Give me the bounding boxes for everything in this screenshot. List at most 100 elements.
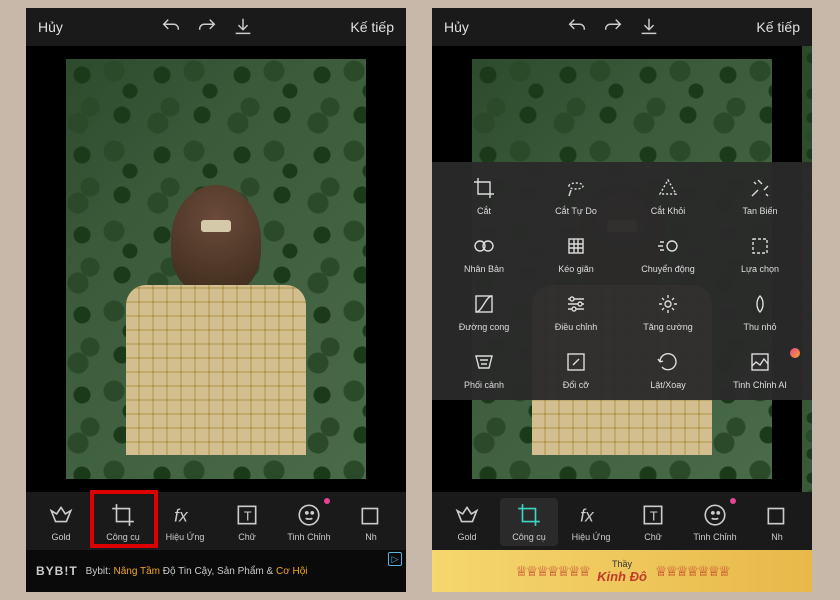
badge-dot-icon <box>324 498 330 504</box>
tool-label: Gold <box>51 532 70 542</box>
enhance-icon <box>656 292 680 316</box>
tool-tinhchinh[interactable]: Tinh Chỉnh <box>686 498 744 546</box>
tool-label: Nh <box>365 532 377 542</box>
panel-label: Điều chỉnh <box>555 322 598 332</box>
adjust-icon <box>564 292 588 316</box>
ad-text: Bybit: Nâng Tầm Độ Tin Cậy, Sản Phẩm & C… <box>86 566 308 577</box>
phone-screen-left: Hủy Kế tiếp Gold Công cụ fx Hiệu Ứng <box>26 8 406 592</box>
tool-hieuung[interactable]: fx Hiệu Ứng <box>562 498 620 546</box>
undo-icon[interactable] <box>160 16 182 38</box>
panel-doico[interactable]: Đổi cỡ <box>534 350 618 390</box>
panel-label: Nhân Bản <box>464 264 504 274</box>
panel-phoicanh[interactable]: Phối cảnh <box>442 350 526 390</box>
redo-icon[interactable] <box>196 16 218 38</box>
tool-gold[interactable]: Gold <box>438 498 496 546</box>
lasso-icon <box>564 176 588 200</box>
svg-text:fx: fx <box>174 506 189 526</box>
panel-label: Cắt Tự Do <box>555 206 597 216</box>
selection-icon <box>748 234 772 258</box>
ad-text-small: Thầy <box>597 559 647 569</box>
download-icon[interactable] <box>232 16 254 38</box>
clone-icon <box>472 234 496 258</box>
bottom-toolbar: Gold Công cụ fxHiệu Ứng TChữ Tinh Chỉnh … <box>432 492 812 550</box>
panel-cat[interactable]: Cắt <box>442 176 526 216</box>
panel-thunho[interactable]: Thu nhỏ <box>718 292 802 332</box>
panel-label: Chuyển động <box>641 264 695 274</box>
undo-icon[interactable] <box>566 16 588 38</box>
panel-duongcong[interactable]: Đường cong <box>442 292 526 332</box>
redo-icon[interactable] <box>602 16 624 38</box>
crown-decoration-icon: ♕♕♕♕♕♕♕ <box>655 563 729 580</box>
panel-label: Tăng cường <box>643 322 692 332</box>
tool-label: Gold <box>457 532 476 542</box>
tool-chu[interactable]: T Chữ <box>218 498 276 546</box>
top-bar: Hủy Kế tiếp <box>26 8 406 46</box>
panel-tanbien[interactable]: Tan Biến <box>718 176 802 216</box>
disperse-icon <box>748 176 772 200</box>
panel-tangcuong[interactable]: Tăng cường <box>626 292 710 332</box>
stretch-icon <box>564 234 588 258</box>
panel-dieuchinh[interactable]: Điều chỉnh <box>534 292 618 332</box>
tool-nhan[interactable]: Nh <box>342 498 400 546</box>
tool-label: Nh <box>771 532 783 542</box>
panel-luachon[interactable]: Lựa chọn <box>718 234 802 274</box>
panel-chuyendong[interactable]: Chuyển động <box>626 234 710 274</box>
ad-banner[interactable]: BYB!T Bybit: Nâng Tầm Độ Tin Cậy, Sản Ph… <box>26 550 406 592</box>
crop-icon <box>472 176 496 200</box>
panel-nhanban[interactable]: Nhân Bản <box>442 234 526 274</box>
panel-label: Phối cảnh <box>464 380 504 390</box>
tool-congcu[interactable]: Công cụ <box>500 498 558 546</box>
panel-label: Thu nhỏ <box>743 322 776 332</box>
tool-congcu[interactable]: Công cụ <box>94 498 152 546</box>
cancel-button[interactable]: Hủy <box>38 19 63 35</box>
tool-chu[interactable]: TChữ <box>624 498 682 546</box>
flip-rotate-icon <box>656 350 680 374</box>
tool-label: Tinh Chỉnh <box>693 532 736 542</box>
cancel-button[interactable]: Hủy <box>444 19 469 35</box>
panel-label: Lựa chọn <box>741 264 779 274</box>
ad-close-icon[interactable]: ▷ <box>388 552 402 566</box>
next-button[interactable]: Kế tiếp <box>756 19 800 35</box>
tool-label: Công cụ <box>512 532 546 542</box>
tool-label: Chữ <box>238 532 256 542</box>
tool-label: Hiệu Ứng <box>572 532 611 542</box>
panel-latxoay[interactable]: Lật/Xoay <box>626 350 710 390</box>
ai-retouch-icon <box>748 350 772 374</box>
ad-banner[interactable]: ♕♕♕♕♕♕♕ Thầy Kinh Đô ♕♕♕♕♕♕♕ <box>432 550 812 592</box>
panel-cattudo[interactable]: Cắt Tự Do <box>534 176 618 216</box>
image-canvas[interactable]: Cắt Cắt Tự Do Cắt Khỏi Tan Biến Nhân Bản… <box>432 46 812 492</box>
tool-nhan[interactable]: Nh <box>748 498 806 546</box>
cutout-icon <box>656 176 680 200</box>
tool-gold[interactable]: Gold <box>32 498 90 546</box>
perspective-icon <box>472 350 496 374</box>
crown-decoration-icon: ♕♕♕♕♕♕♕ <box>515 563 589 580</box>
crop-icon <box>110 502 136 528</box>
panel-label: Tinh Chỉnh AI <box>733 380 787 390</box>
badge-dot-icon <box>730 498 736 504</box>
panel-keogian[interactable]: Kéo giãn <box>534 234 618 274</box>
panel-label: Đường cong <box>459 322 509 332</box>
panel-label: Đổi cỡ <box>563 380 589 390</box>
tools-panel: Cắt Cắt Tự Do Cắt Khỏi Tan Biến Nhân Bản… <box>432 162 812 400</box>
tool-hieuung[interactable]: fx Hiệu Ứng <box>156 498 214 546</box>
shrink-icon <box>748 292 772 316</box>
download-icon[interactable] <box>638 16 660 38</box>
svg-text:T: T <box>650 508 658 523</box>
panel-catkhoi[interactable]: Cắt Khỏi <box>626 176 710 216</box>
image-canvas[interactable] <box>26 46 406 492</box>
svg-text:fx: fx <box>580 506 595 526</box>
next-button[interactable]: Kế tiếp <box>350 19 394 35</box>
panel-tinhchinhai[interactable]: Tinh Chỉnh AI <box>718 350 802 390</box>
panel-label: Cắt <box>477 206 491 216</box>
phone-screen-right: Hủy Kế tiếp Cắt Cắt Tự Do Cắt Khỏi Tan B… <box>432 8 812 592</box>
tool-label: Tinh Chỉnh <box>287 532 330 542</box>
svg-text:T: T <box>244 508 252 523</box>
tool-label: Hiệu Ứng <box>166 532 205 542</box>
crop-icon <box>516 502 542 528</box>
panel-label: Lật/Xoay <box>650 380 686 390</box>
panel-label: Kéo giãn <box>558 264 594 274</box>
bottom-toolbar: Gold Công cụ fx Hiệu Ứng T Chữ Tinh Chỉn… <box>26 492 406 550</box>
resize-icon <box>564 350 588 374</box>
panel-label: Cắt Khỏi <box>651 206 686 216</box>
tool-tinhchinh[interactable]: Tinh Chỉnh <box>280 498 338 546</box>
